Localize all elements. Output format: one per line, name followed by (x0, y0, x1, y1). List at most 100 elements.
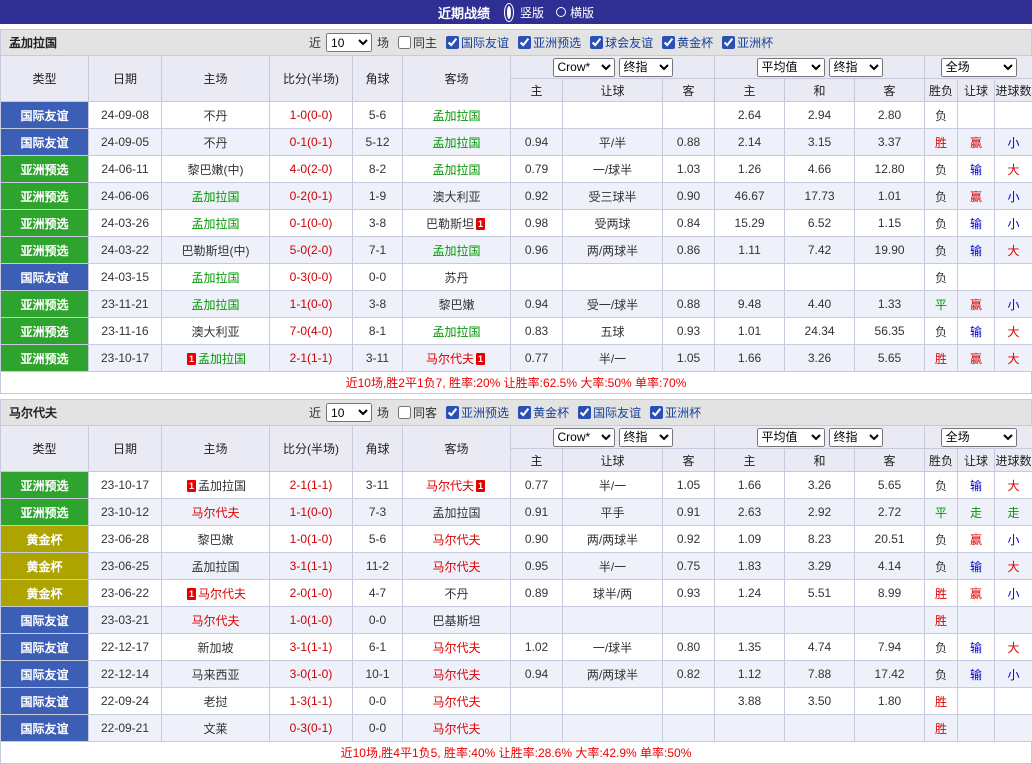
result-outcome: 负 (925, 237, 958, 264)
league-filter-0-checkbox[interactable] (446, 36, 459, 49)
league-filter-0[interactable]: 国际友谊 (440, 34, 509, 51)
league-filter-0-checkbox[interactable] (446, 406, 459, 419)
matches-table: 类型日期主场比分(半场)角球客场Crow*终指平均值终指全场主让球客主和客胜负让… (0, 55, 1032, 372)
league-filter-2[interactable]: 国际友谊 (572, 404, 641, 421)
result-goals: 走 (995, 499, 1032, 526)
corners-cell: 5-6 (353, 102, 403, 129)
avg-away-odds: 5.65 (855, 345, 925, 372)
index-type-select[interactable]: 终指 (619, 428, 673, 447)
home-team-name: 黎巴嫩 (197, 533, 233, 547)
same-venue-filter-checkbox[interactable] (398, 36, 411, 49)
avg-away-odds: 2.72 (855, 499, 925, 526)
result-handicap (958, 264, 995, 291)
layout-radio-horizontal[interactable]: 横版 (556, 4, 594, 21)
layout-radio-vertical[interactable]: 竖版 (502, 3, 544, 22)
league-filter-1[interactable]: 黄金杯 (512, 404, 569, 421)
league-filter-3-checkbox[interactable] (662, 36, 675, 49)
full-match-select[interactable]: 全场 (941, 58, 1017, 77)
recent-count-select[interactable]: 10 (326, 33, 372, 52)
crow-home-odds (511, 102, 563, 129)
league-filter-1-label: 亚洲预选 (533, 34, 581, 51)
avg-away-odds: 2.80 (855, 102, 925, 129)
avg-away-odds: 20.51 (855, 526, 925, 553)
recent-count-select[interactable]: 10 (326, 403, 372, 422)
league-filter-1-checkbox[interactable] (518, 36, 531, 49)
match-type-badge: 国际友谊 (1, 102, 89, 129)
sub-column-header: 主 (511, 79, 563, 102)
red-card-icon: 1 (187, 480, 196, 492)
home-team-cell: 不丹 (162, 129, 270, 156)
games-label: 场 (377, 34, 389, 51)
bookmaker-select[interactable]: Crow* (553, 58, 615, 77)
away-team-name: 马尔代夫 (426, 479, 474, 493)
league-filter-2-checkbox[interactable] (578, 406, 591, 419)
crow-away-odds: 0.82 (663, 661, 715, 688)
corners-cell: 1-9 (353, 183, 403, 210)
league-filter-4-checkbox[interactable] (722, 36, 735, 49)
league-filter-2[interactable]: 球会友谊 (584, 34, 653, 51)
average-select[interactable]: 平均值 (757, 58, 825, 77)
match-type-badge: 国际友谊 (1, 129, 89, 156)
result-outcome: 负 (925, 526, 958, 553)
result-goals: 大 (995, 553, 1032, 580)
avg-home-odds: 1.66 (715, 345, 785, 372)
away-team-cell: 马尔代夫 (403, 661, 511, 688)
same-venue-filter[interactable]: 同客 (392, 404, 437, 421)
match-type-badge: 黄金杯 (1, 580, 89, 607)
result-outcome: 负 (925, 318, 958, 345)
avg-away-odds: 5.65 (855, 472, 925, 499)
sub-column-header: 胜负 (925, 449, 958, 472)
topbar: 近期战绩 竖版 横版 (0, 0, 1032, 24)
league-filter-1-checkbox[interactable] (518, 406, 531, 419)
crow-handicap: 一/球半 (563, 156, 663, 183)
league-filter-3-checkbox[interactable] (650, 406, 663, 419)
result-goals (995, 688, 1032, 715)
column-header: 比分(半场) (270, 426, 353, 472)
score-cell: 1-1(0-0) (270, 499, 353, 526)
crow-away-odds: 0.93 (663, 318, 715, 345)
avg-home-odds: 1.01 (715, 318, 785, 345)
league-filter-2-checkbox[interactable] (590, 36, 603, 49)
filters: 近10场同客亚洲预选黄金杯国际友谊亚洲杯 (309, 403, 701, 422)
corners-cell: 3-11 (353, 345, 403, 372)
result-handicap: 输 (958, 634, 995, 661)
full-match-select[interactable]: 全场 (941, 428, 1017, 447)
crow-away-odds (663, 102, 715, 129)
result-goals: 大 (995, 345, 1032, 372)
same-venue-filter-checkbox[interactable] (398, 406, 411, 419)
league-filter-3[interactable]: 黄金杯 (656, 34, 713, 51)
crow-away-odds (663, 715, 715, 742)
corners-cell: 3-8 (353, 210, 403, 237)
index-type-select[interactable]: 终指 (619, 58, 673, 77)
crow-handicap (563, 607, 663, 634)
home-team-name: 孟加拉国 (191, 271, 239, 285)
crow-handicap: 平手 (563, 499, 663, 526)
league-filter-0[interactable]: 亚洲预选 (440, 404, 509, 421)
avg-home-odds: 1.26 (715, 156, 785, 183)
match-type-badge: 亚洲预选 (1, 472, 89, 499)
home-team-name: 孟加拉国 (198, 479, 246, 493)
index-type-select-2[interactable]: 终指 (829, 428, 883, 447)
sub-column-header: 进球数 (995, 449, 1032, 472)
league-filter-1[interactable]: 亚洲预选 (512, 34, 581, 51)
away-team-cell: 孟加拉国 (403, 156, 511, 183)
bookmaker-select[interactable]: Crow* (553, 428, 615, 447)
avg-draw-odds: 4.74 (785, 634, 855, 661)
same-venue-filter[interactable]: 同主 (392, 34, 437, 51)
league-filter-4[interactable]: 亚洲杯 (716, 34, 773, 51)
section-header: 马尔代夫近10场同客亚洲预选黄金杯国际友谊亚洲杯 (0, 399, 1032, 425)
page: 近期战绩 竖版 横版 孟加拉国近10场同主国际友谊亚洲预选球会友谊黄金杯亚洲杯类… (0, 0, 1032, 764)
home-team-name: 不丹 (203, 136, 227, 150)
red-card-icon: 1 (476, 353, 485, 365)
result-handicap: 赢 (958, 129, 995, 156)
away-team-cell: 巴基斯坦 (403, 607, 511, 634)
column-header: 日期 (89, 426, 162, 472)
league-filter-3[interactable]: 亚洲杯 (644, 404, 701, 421)
avg-draw-odds: 2.94 (785, 102, 855, 129)
result-handicap (958, 715, 995, 742)
crow-handicap: 受三球半 (563, 183, 663, 210)
average-select[interactable]: 平均值 (757, 428, 825, 447)
result-goals: 大 (995, 318, 1032, 345)
match-row: 黄金杯23-06-25孟加拉国3-1(1-1)11-2马尔代夫0.95半/一0.… (1, 553, 1032, 580)
index-type-select-2[interactable]: 终指 (829, 58, 883, 77)
